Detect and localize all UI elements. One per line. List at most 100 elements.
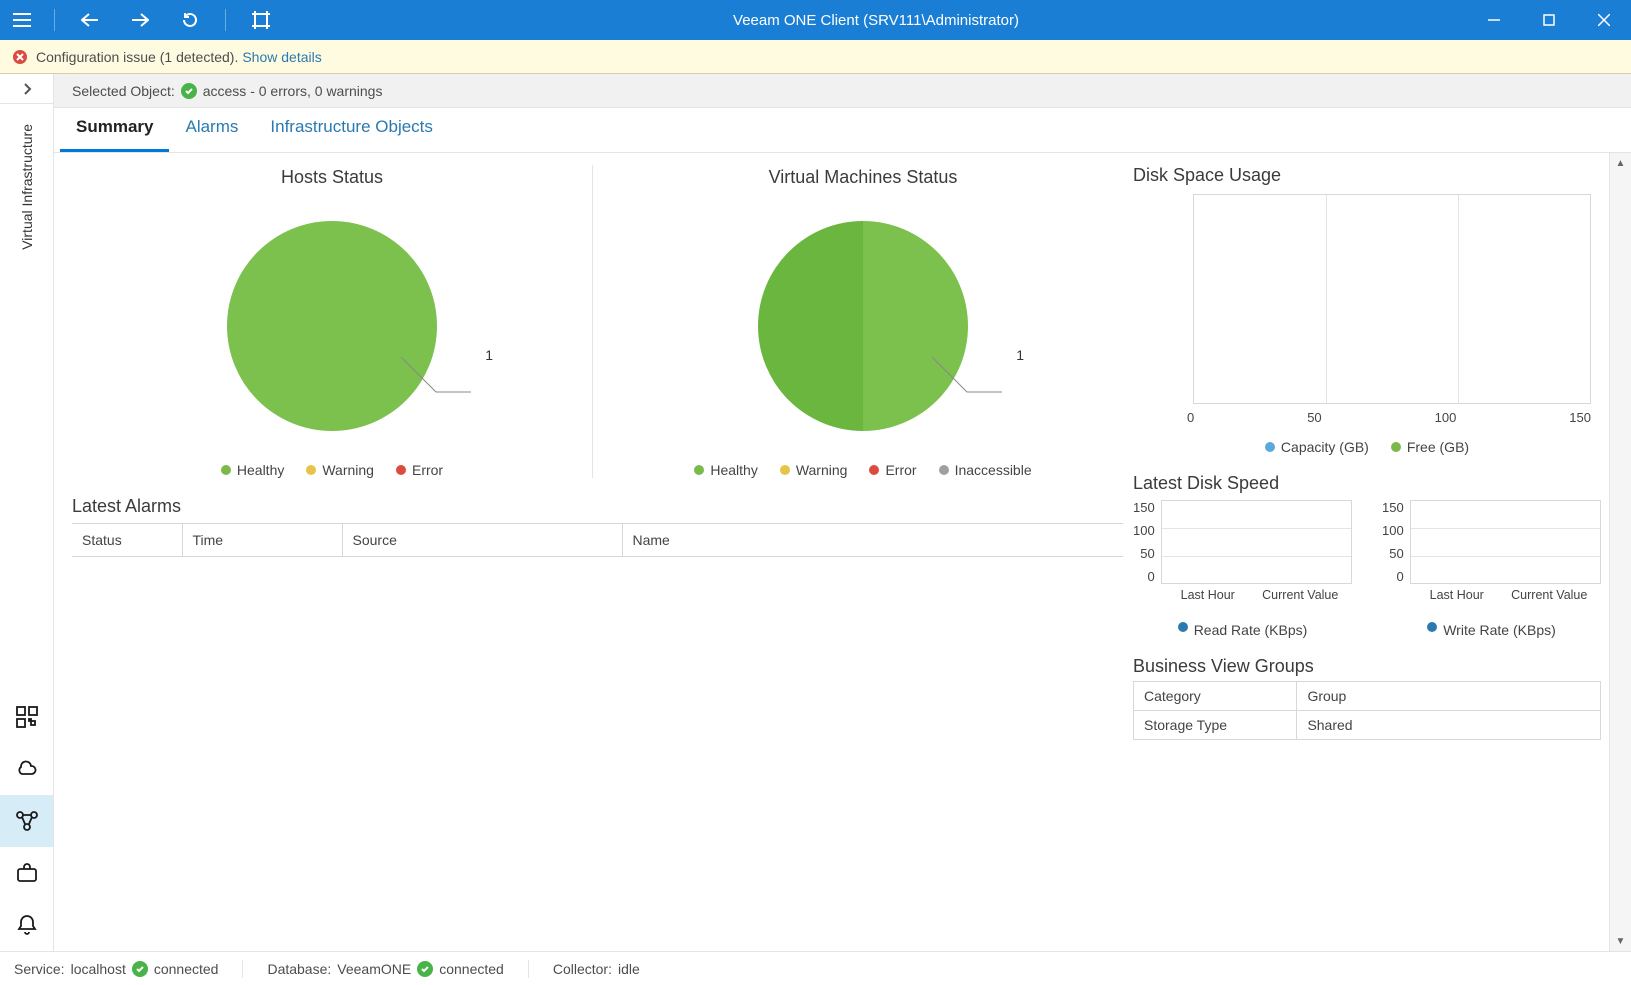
expand-rail-button[interactable] — [0, 74, 53, 104]
status-service-state: connected — [154, 961, 219, 977]
disk-space-usage-title: Disk Space Usage — [1133, 165, 1601, 186]
xtick: 50 — [1307, 410, 1321, 425]
col-group[interactable]: Group — [1297, 682, 1601, 711]
status-db-state: connected — [439, 961, 504, 977]
xtick: Last Hour — [1181, 588, 1235, 602]
col-name[interactable]: Name — [622, 524, 1123, 557]
close-button[interactable] — [1576, 0, 1631, 40]
back-button[interactable] — [65, 0, 115, 40]
legend-error: Error — [396, 462, 443, 478]
legend-inaccessible: Inaccessible — [939, 462, 1032, 478]
status-db-name: VeeamONE — [337, 961, 411, 977]
legend-warning-label: Warning — [796, 462, 848, 478]
write-rate-chart — [1410, 500, 1601, 584]
tab-alarms[interactable]: Alarms — [169, 107, 254, 152]
ytick: 100 — [1382, 523, 1404, 538]
hosts-status-title: Hosts Status — [281, 167, 383, 188]
ytick: 150 — [1382, 500, 1404, 515]
status-ok-icon — [181, 83, 197, 99]
cell-category: Storage Type — [1134, 711, 1297, 740]
tab-bar: Summary Alarms Infrastructure Objects — [54, 108, 1631, 153]
legend-healthy: Healthy — [221, 462, 284, 478]
minimize-button[interactable] — [1466, 0, 1521, 40]
selected-object-name: access — [203, 83, 247, 99]
tab-infrastructure-objects[interactable]: Infrastructure Objects — [254, 107, 449, 152]
read-rate-legend: Read Rate (KBps) — [1194, 622, 1308, 638]
rail-item-alarms[interactable] — [0, 899, 53, 951]
error-icon — [12, 49, 28, 65]
business-view-groups-title: Business View Groups — [1133, 656, 1601, 677]
legend-capacity: Capacity (GB) — [1265, 439, 1369, 455]
vm-status-value: 1 — [1016, 347, 1024, 363]
cell-group: Shared — [1297, 711, 1601, 740]
xtick: Current Value — [1262, 588, 1338, 602]
xtick: Last Hour — [1430, 588, 1484, 602]
xtick: 100 — [1435, 410, 1457, 425]
legend-healthy-label: Healthy — [710, 462, 757, 478]
vertical-scrollbar[interactable]: ▲ ▼ — [1609, 153, 1631, 951]
write-rate-panel: 150 100 50 0 — [1382, 500, 1601, 638]
vm-status-chart — [758, 221, 968, 431]
status-db-label: Database: — [267, 961, 331, 977]
scroll-down-icon[interactable]: ▼ — [1610, 931, 1631, 951]
disk-space-usage-panel: Disk Space Usage 0 50 100 150 Capac — [1133, 165, 1601, 455]
hosts-status-value: 1 — [485, 347, 493, 363]
refresh-button[interactable] — [165, 0, 215, 40]
col-status[interactable]: Status — [72, 524, 182, 557]
window-title: Veeam ONE Client (SRV111\Administrator) — [286, 12, 1466, 29]
fullscreen-button[interactable] — [236, 0, 286, 40]
rail-item-backup[interactable] — [0, 743, 53, 795]
legend-warning-label: Warning — [322, 462, 374, 478]
callout-line — [401, 357, 471, 397]
latest-disk-speed-title: Latest Disk Speed — [1133, 473, 1601, 494]
ytick: 0 — [1396, 569, 1403, 584]
legend-inaccessible-label: Inaccessible — [955, 462, 1032, 478]
selected-object-status: - 0 errors, 0 warnings — [250, 83, 382, 99]
legend-free-label: Free (GB) — [1407, 439, 1469, 455]
legend-capacity-label: Capacity (GB) — [1281, 439, 1369, 455]
ytick: 50 — [1389, 546, 1403, 561]
write-rate-legend: Write Rate (KBps) — [1443, 622, 1556, 638]
legend-free: Free (GB) — [1391, 439, 1469, 455]
hamburger-button[interactable] — [0, 0, 44, 40]
latest-alarms-table: Status Time Source Name — [72, 523, 1123, 557]
col-category[interactable]: Category — [1134, 682, 1297, 711]
legend-healthy: Healthy — [694, 462, 757, 478]
scroll-up-icon[interactable]: ▲ — [1610, 153, 1631, 173]
legend-error-label: Error — [885, 462, 916, 478]
show-details-link[interactable]: Show details — [242, 49, 321, 65]
legend-healthy-label: Healthy — [237, 462, 284, 478]
vm-status-title: Virtual Machines Status — [769, 167, 958, 188]
read-rate-chart — [1161, 500, 1352, 584]
status-bar: Service: localhost connected Database: V… — [0, 951, 1631, 985]
ytick: 50 — [1140, 546, 1154, 561]
hosts-status-chart — [227, 221, 437, 431]
warning-text: Configuration issue (1 detected). — [36, 49, 238, 65]
hosts-status-panel: Hosts Status 1 Healthy Warning Error — [72, 165, 593, 478]
title-bar: Veeam ONE Client (SRV111\Administrator) — [0, 0, 1631, 40]
rail-item-business[interactable] — [0, 847, 53, 899]
navigation-rail: Virtual Infrastructure — [0, 74, 54, 951]
rail-item-qr[interactable] — [0, 691, 53, 743]
status-service-host: localhost — [71, 961, 126, 977]
ytick: 150 — [1133, 500, 1155, 515]
ytick: 0 — [1147, 569, 1154, 584]
maximize-button[interactable] — [1521, 0, 1576, 40]
ytick: 100 — [1133, 523, 1155, 538]
read-rate-panel: 150 100 50 0 — [1133, 500, 1352, 638]
status-collector-label: Collector: — [553, 961, 612, 977]
rail-item-virtual-infrastructure[interactable] — [0, 795, 53, 847]
configuration-warning-bar: Configuration issue (1 detected). Show d… — [0, 40, 1631, 74]
col-time[interactable]: Time — [182, 524, 342, 557]
rail-section-label: Virtual Infrastructure — [19, 124, 35, 250]
legend-error: Error — [869, 462, 916, 478]
vm-status-panel: Virtual Machines Status 1 Healthy Warnin… — [603, 165, 1123, 478]
forward-button[interactable] — [115, 0, 165, 40]
business-view-groups-table: Category Group Storage Type Shared — [1133, 681, 1601, 740]
table-row[interactable]: Storage Type Shared — [1134, 711, 1601, 740]
tab-summary[interactable]: Summary — [60, 107, 169, 152]
disk-space-usage-chart — [1193, 194, 1591, 404]
selected-object-bar: Selected Object: access - 0 errors, 0 wa… — [54, 74, 1631, 108]
col-source[interactable]: Source — [342, 524, 622, 557]
status-service-label: Service: — [14, 961, 65, 977]
